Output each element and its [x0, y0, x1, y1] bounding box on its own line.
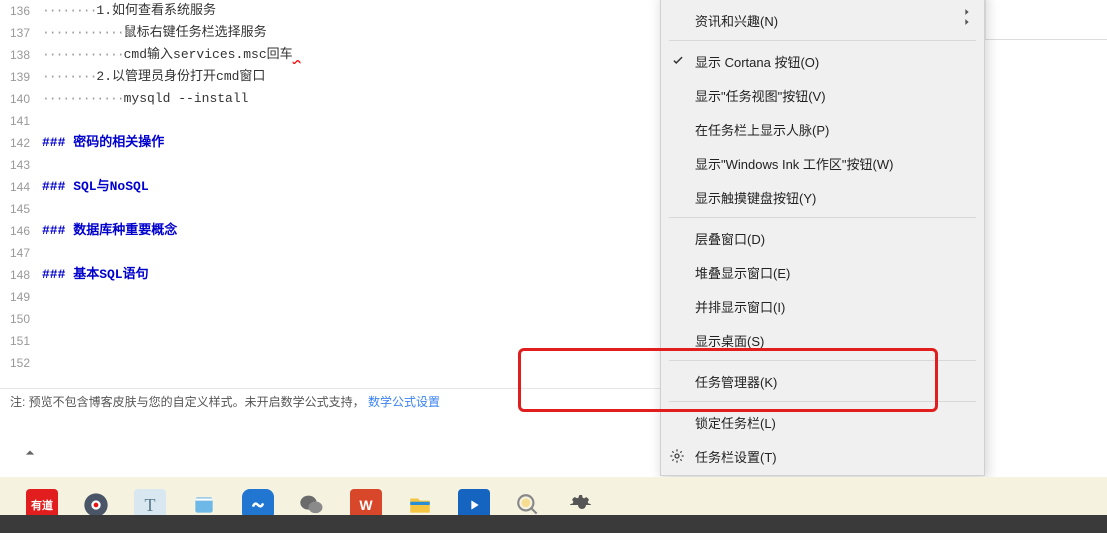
menu-item[interactable]: 显示触摸键盘按钮(Y): [661, 180, 984, 214]
line-content: ········2.以管理员身份打开cmd窗口: [42, 66, 265, 88]
menu-separator: [669, 360, 976, 361]
editor-line[interactable]: 145: [0, 198, 670, 220]
menu-item-label: 任务管理器(K): [695, 372, 777, 391]
editor-line[interactable]: 151: [0, 330, 670, 352]
editor-line[interactable]: 141: [0, 110, 670, 132]
line-content: ············鼠标右键任务栏选择服务: [42, 22, 267, 44]
note-text: 注: 预览不包含博客皮肤与您的自定义样式。未开启数学公式支持，: [10, 395, 365, 409]
line-number: 140: [0, 88, 42, 110]
menu-item-label: 任务栏设置(T): [695, 447, 777, 466]
line-number: 145: [0, 198, 42, 220]
menu-item[interactable]: 任务管理器(K): [661, 364, 984, 398]
editor-line[interactable]: 144### SQL与NoSQL: [0, 176, 670, 198]
menu-item[interactable]: 任务栏设置(T): [661, 439, 984, 473]
menu-item[interactable]: 层叠窗口(D): [661, 221, 984, 255]
editor-line[interactable]: 138············cmd输入services.msc回车: [0, 44, 670, 66]
line-number: 136: [0, 0, 42, 22]
menu-item[interactable]: 并排显示窗口(I): [661, 289, 984, 323]
editor-line[interactable]: 137············鼠标右键任务栏选择服务: [0, 22, 670, 44]
menu-item[interactable]: 堆叠显示窗口(E): [661, 255, 984, 289]
editor-line[interactable]: 139········2.以管理员身份打开cmd窗口: [0, 66, 670, 88]
gear-icon: [669, 448, 685, 467]
line-number: 143: [0, 154, 42, 176]
line-number: 149: [0, 286, 42, 308]
code-editor[interactable]: 136········1.如何查看系统服务137············鼠标右键…: [0, 0, 670, 388]
windows-taskbar[interactable]: [0, 515, 1107, 533]
menu-item[interactable]: 显示"任务视图"按钮(V): [661, 78, 984, 112]
note-bar: 注: 预览不包含博客皮肤与您的自定义样式。未开启数学公式支持， 数学公式设置: [0, 388, 670, 414]
line-content: ### 基本SQL语句: [42, 264, 149, 286]
editor-line[interactable]: 146### 数据库种重要概念: [0, 220, 670, 242]
editor-line[interactable]: 136········1.如何查看系统服务: [0, 0, 670, 22]
line-number: 148: [0, 264, 42, 286]
line-number: 146: [0, 220, 42, 242]
menu-item[interactable]: 资讯和兴趣(N): [661, 3, 984, 37]
menu-item-label: 显示触摸键盘按钮(Y): [695, 188, 816, 207]
line-content: ········1.如何查看系统服务: [42, 0, 216, 22]
line-number: 142: [0, 132, 42, 154]
editor-line[interactable]: 152: [0, 352, 670, 374]
editor-line[interactable]: 149: [0, 286, 670, 308]
line-number: 137: [0, 22, 42, 44]
menu-item-label: 在任务栏上显示人脉(P): [695, 120, 829, 139]
line-number: 147: [0, 242, 42, 264]
math-settings-link[interactable]: 数学公式设置: [368, 395, 440, 409]
line-number: 152: [0, 352, 42, 374]
editor-line[interactable]: 148### 基本SQL语句: [0, 264, 670, 286]
menu-item-label: 层叠窗口(D): [695, 229, 765, 248]
editor-line[interactable]: 150: [0, 308, 670, 330]
line-content: ············cmd输入services.msc回车: [42, 44, 300, 66]
menu-item[interactable]: 显示 Cortana 按钮(O): [661, 44, 984, 78]
line-number: 139: [0, 66, 42, 88]
menu-item-label: 资讯和兴趣(N): [695, 11, 778, 30]
right-panel: [985, 0, 1107, 40]
editor-line[interactable]: 142### 密码的相关操作: [0, 132, 670, 154]
submenu-arrow-icon: [962, 15, 972, 30]
menu-item-label: 堆叠显示窗口(E): [695, 263, 790, 282]
menu-item-label: 显示 Cortana 按钮(O): [695, 52, 819, 71]
line-number: 141: [0, 110, 42, 132]
menu-item[interactable]: 显示"Windows Ink 工作区"按钮(W): [661, 146, 984, 180]
line-number: 151: [0, 330, 42, 352]
editor-line[interactable]: 143: [0, 154, 670, 176]
expand-arrow-icon[interactable]: [20, 443, 42, 465]
menu-item-label: 并排显示窗口(I): [695, 297, 785, 316]
taskbar-context-menu: 资讯和兴趣(N) 显示 Cortana 按钮(O) 显示"任务视图"按钮(V) 在任务…: [660, 0, 985, 476]
check-icon: [671, 53, 685, 70]
menu-item[interactable]: 显示桌面(S): [661, 323, 984, 357]
menu-separator: [669, 401, 976, 402]
line-number: 150: [0, 308, 42, 330]
editor-line[interactable]: 147: [0, 242, 670, 264]
menu-separator: [669, 217, 976, 218]
menu-item[interactable]: 在任务栏上显示人脉(P): [661, 112, 984, 146]
menu-item-label: 锁定任务栏(L): [695, 413, 776, 432]
line-number: 144: [0, 176, 42, 198]
line-content: ### 密码的相关操作: [42, 132, 164, 154]
line-content: ### SQL与NoSQL: [42, 176, 149, 198]
menu-item[interactable]: 锁定任务栏(L): [661, 405, 984, 439]
editor-line[interactable]: 140············mysqld --install: [0, 88, 670, 110]
line-number: 138: [0, 44, 42, 66]
menu-item-label: 显示桌面(S): [695, 331, 764, 350]
line-content: ### 数据库种重要概念: [42, 220, 177, 242]
menu-item-label: 显示"任务视图"按钮(V): [695, 86, 826, 105]
menu-item-label: 显示"Windows Ink 工作区"按钮(W): [695, 154, 893, 173]
line-content: ············mysqld --install: [42, 88, 248, 110]
menu-separator: [669, 40, 976, 41]
